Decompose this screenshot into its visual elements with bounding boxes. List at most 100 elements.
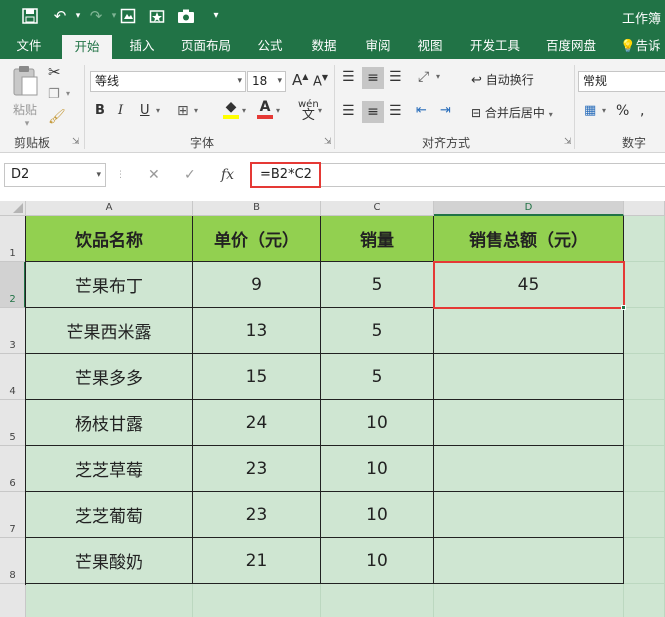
underline-button[interactable]: U [140,103,150,118]
align-right-icon[interactable]: ☰ [389,103,402,119]
form-icon[interactable] [145,4,169,28]
cell-product[interactable]: 芒果布丁 [26,262,193,308]
borders-icon[interactable]: ⊞ [177,103,189,119]
cell-quantity[interactable]: 5 [321,308,434,354]
cell-unit-price[interactable]: 23 [193,492,321,538]
phonetic-button[interactable]: wén 文 [298,99,319,122]
worksheet-grid[interactable]: A B C D 1 2 3 4 5 6 7 8 饮品名称 单价（元） 销量 销售… [0,201,665,617]
cell-unit-price[interactable]: 13 [193,308,321,354]
font-color-dropdown-icon[interactable]: ▾ [276,106,280,115]
accounting-format-icon[interactable]: ▦ [584,103,596,118]
active-cell-selection[interactable] [433,261,625,309]
cell-quantity[interactable]: 5 [321,262,434,308]
tab-developer[interactable]: 开发工具 [462,33,528,59]
empty-cell[interactable] [624,262,665,308]
cell-product[interactable]: 芝芝葡萄 [26,492,193,538]
row-header[interactable]: 4 [0,354,26,400]
tab-home[interactable]: 开始 [62,35,112,59]
column-header-d[interactable]: D [434,201,624,216]
align-top-icon[interactable]: ☰ [342,69,354,85]
column-header-e[interactable] [624,201,665,216]
tab-view[interactable]: 视图 [408,33,452,59]
align-bottom-icon[interactable]: ☰ [389,69,402,85]
align-center-icon[interactable]: ≡ [362,101,384,123]
paste-icon[interactable] [10,65,40,99]
splitter-handle-icon[interactable]: ⋮ [116,170,125,180]
percent-style-button[interactable]: % [616,103,629,119]
row-header[interactable]: 1 [0,216,26,262]
tab-file[interactable]: 文件 [6,33,52,59]
cell-quantity[interactable]: 10 [321,446,434,492]
cell-total-sales[interactable] [434,354,624,400]
orientation-icon[interactable]: ⤢ [418,69,429,85]
clipboard-launcher-icon[interactable]: ⇲ [72,137,80,147]
tab-data[interactable]: 数据 [302,33,346,59]
empty-cell[interactable] [434,584,624,617]
header-cell-quantity[interactable]: 销量 [321,216,434,262]
tab-page-layout[interactable]: 页面布局 [172,33,240,59]
cell-unit-price[interactable]: 21 [193,538,321,584]
paste-dropdown-icon[interactable]: ▾ [12,119,42,129]
empty-cell[interactable] [624,446,665,492]
merge-center-button[interactable]: ⊟ 合并后居中 ▾ [471,104,553,121]
tab-insert[interactable]: 插入 [120,33,164,59]
format-painter-icon[interactable]: 🖌 [48,109,66,125]
grow-font-button[interactable]: A▲ [292,71,308,89]
cell-quantity[interactable]: 10 [321,538,434,584]
column-header-c[interactable]: C [321,201,434,216]
cancel-icon[interactable]: ✕ [148,167,160,183]
paste-button[interactable]: 粘贴 [8,101,42,118]
cell-quantity[interactable]: 5 [321,354,434,400]
camera-icon[interactable] [174,4,198,28]
screenshot-icon[interactable] [116,4,140,28]
cell-unit-price[interactable]: 9 [193,262,321,308]
accounting-dropdown-icon[interactable]: ▾ [602,106,606,115]
row-header[interactable]: 8 [0,538,26,584]
cell-unit-price[interactable]: 24 [193,400,321,446]
select-all-button[interactable] [0,201,26,216]
fill-handle[interactable] [621,305,626,310]
row-header[interactable]: 7 [0,492,26,538]
borders-dropdown-icon[interactable]: ▾ [194,106,198,115]
cell-product[interactable]: 芝芝草莓 [26,446,193,492]
cell-product[interactable]: 芒果多多 [26,354,193,400]
empty-cell[interactable] [193,584,321,617]
font-color-button[interactable]: A [256,99,274,119]
empty-cell[interactable] [624,354,665,400]
row-header[interactable]: 6 [0,446,26,492]
empty-cell[interactable] [624,308,665,354]
header-cell-unit-price[interactable]: 单价（元） [193,216,321,262]
font-launcher-icon[interactable]: ⇲ [324,137,332,147]
comma-style-icon[interactable]: , [640,103,644,119]
orientation-dropdown-icon[interactable]: ▾ [436,72,440,81]
copy-dropdown-icon[interactable]: ▾ [66,89,70,98]
fill-color-dropdown-icon[interactable]: ▾ [242,106,246,115]
align-left-icon[interactable]: ☰ [342,103,355,119]
formula-input-extension[interactable] [321,163,665,187]
italic-button[interactable]: I [118,103,123,118]
copy-icon[interactable]: ❐ [48,87,60,102]
cell-product[interactable]: 杨枝甘露 [26,400,193,446]
alignment-launcher-icon[interactable]: ⇲ [564,137,572,147]
row-header[interactable]: 3 [0,308,26,354]
cut-icon[interactable]: ✂ [48,63,61,81]
row-header[interactable]: 2 [0,262,26,308]
empty-cell[interactable] [321,584,434,617]
row-header[interactable]: 5 [0,400,26,446]
empty-cell[interactable] [624,584,665,617]
cell-unit-price[interactable]: 15 [193,354,321,400]
cell-quantity[interactable]: 10 [321,492,434,538]
insert-function-button[interactable]: fx [221,167,234,183]
shrink-font-button[interactable]: A▼ [313,73,328,89]
tab-tell-me[interactable]: 💡告诉 [620,33,665,59]
column-header-b[interactable]: B [193,201,321,216]
bold-button[interactable]: B [95,103,105,118]
empty-cell[interactable] [624,538,665,584]
font-size-select[interactable]: 18 ▾ [247,71,286,92]
cell-total-sales[interactable] [434,308,624,354]
tab-baidu-netdisk[interactable]: 百度网盘 [538,33,604,59]
formula-input[interactable]: =B2*C2 [250,162,321,188]
tab-review[interactable]: 审阅 [356,33,400,59]
header-cell-product[interactable]: 饮品名称 [26,216,193,262]
empty-cell[interactable] [624,216,665,262]
